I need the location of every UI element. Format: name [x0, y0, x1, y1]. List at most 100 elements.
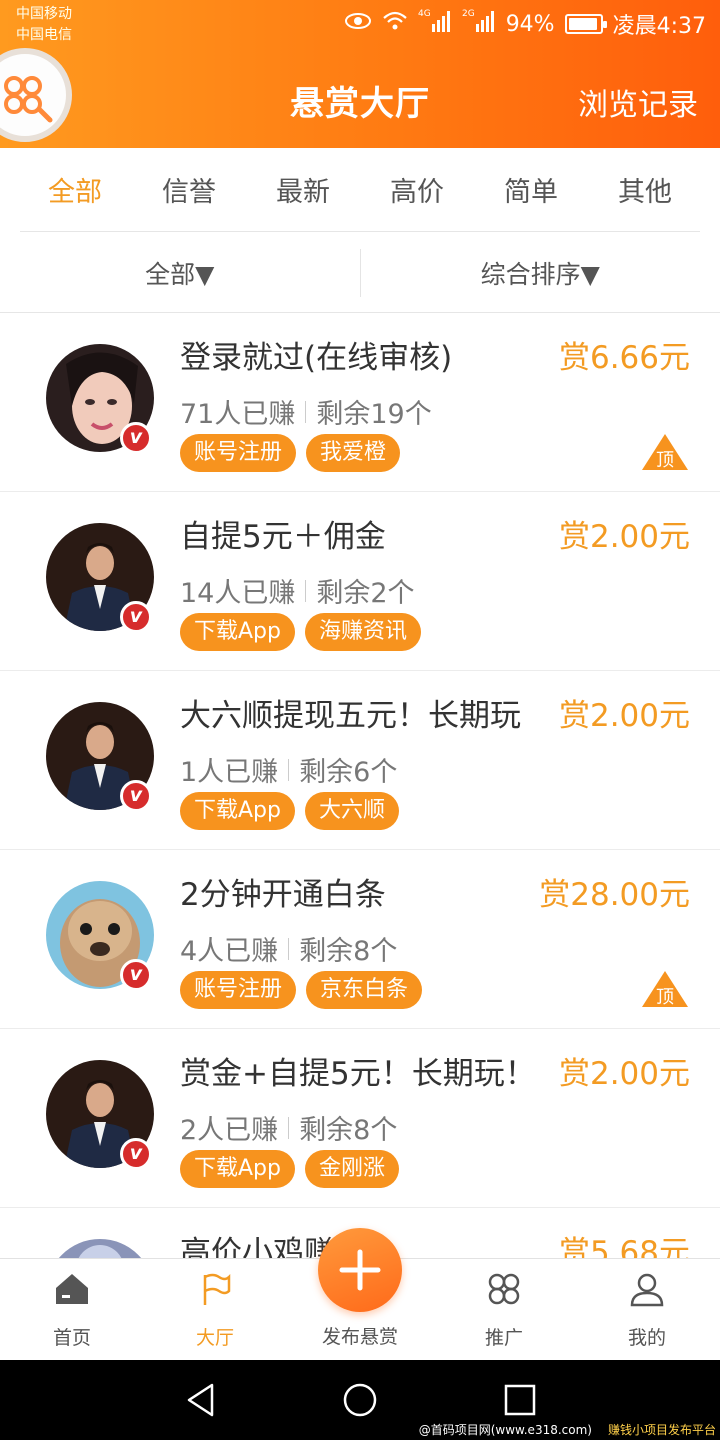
verified-badge-icon: v [120, 601, 152, 633]
publish-bounty-label: 发布悬赏 [321, 1326, 398, 1348]
tab-simple[interactable]: 简单 [504, 170, 558, 209]
scope-filter-dropdown[interactable]: 全部▼ [0, 255, 360, 291]
task-title: 大六顺提现五元！长期玩 [180, 698, 521, 734]
battery-percent: 94% [505, 11, 555, 37]
nav-hall[interactable]: 大厅 [165, 1259, 265, 1361]
task-tag: 金刚涨 [304, 1150, 399, 1188]
remaining-count: 剩余6个 [299, 757, 398, 788]
remaining-count: 剩余8个 [299, 1115, 398, 1146]
task-tag: 下载App [180, 792, 295, 830]
task-title: 高价小鸡赚 [180, 1235, 335, 1258]
task-title: 赏金+自提5元！长期玩！ [180, 1056, 536, 1092]
nav-promote[interactable]: 推广 [454, 1259, 554, 1361]
tab-reputation[interactable]: 信誉 [162, 170, 216, 209]
task-tag: 海赚资讯 [304, 613, 421, 651]
home-circle-icon[interactable] [342, 1382, 378, 1418]
task-stats: 71人已赚 剩余19个 [180, 392, 432, 431]
recents-icon[interactable] [504, 1384, 536, 1416]
task-tag: 下载App [180, 1150, 295, 1188]
task-item[interactable]: v 自提5元＋佣金 赏2.00元 14人已赚 剩余2个 下载App 海赚资讯 [0, 493, 720, 671]
task-item[interactable]: v 赏金+自提5元！长期玩！ 赏2.00元 2人已赚 剩余8个 下载App 金刚涨 [0, 1030, 720, 1208]
home-icon [56, 1274, 88, 1304]
watermark-right: 赚钱小项目发布平台 [607, 1423, 716, 1437]
task-tags: 账号注册 我爱橙 [180, 434, 401, 472]
tab-high-price[interactable]: 高价 [390, 170, 444, 209]
task-stats: 1人已赚 剩余6个 [180, 750, 397, 789]
task-item[interactable]: v 2分钟开通白条 赏28.00元 4人已赚 剩余8个 账号注册 京东白条 顶 [0, 851, 720, 1029]
nav-home[interactable]: 首页 [22, 1259, 122, 1361]
task-tags: 账号注册 京东白条 [180, 971, 423, 1009]
task-reward: 赏6.66元 [558, 340, 690, 376]
task-stats: 14人已赚 剩余2个 [180, 571, 415, 610]
task-tags: 下载App 金刚涨 [180, 1150, 399, 1188]
carrier-info: 中国移动 中国电信 [16, 4, 72, 46]
task-tag: 账号注册 [180, 434, 297, 472]
task-reward: 赏5.68元 [558, 1235, 690, 1258]
task-reward: 赏2.00元 [558, 1056, 690, 1092]
top-pin-icon: 顶 [642, 434, 688, 471]
plus-icon [339, 1249, 381, 1291]
remaining-count: 剩余8个 [299, 936, 398, 967]
net2-label: 2G [462, 9, 475, 19]
top-pin-label: 顶 [656, 987, 674, 1008]
earned-count: 14人已赚 [180, 578, 296, 609]
flag-icon [203, 1273, 231, 1305]
tab-other[interactable]: 其他 [618, 170, 672, 209]
clock: 凌晨4:37 [612, 14, 706, 39]
task-reward: 赏2.00元 [558, 698, 690, 734]
filter-bar: 全部▼ 综合排序▼ [0, 233, 720, 313]
browse-history-link[interactable]: 浏览记录 [578, 80, 698, 124]
category-tabs: 全部 信誉 最新 高价 简单 其他 [20, 148, 700, 232]
task-item[interactable]: v 大六顺提现五元！长期玩 赏2.00元 1人已赚 剩余6个 下载App 大六顺 [0, 672, 720, 850]
task-title: 自提5元＋佣金 [180, 519, 386, 555]
remaining-count: 剩余2个 [316, 578, 415, 609]
user-icon [630, 1273, 664, 1307]
remaining-count: 剩余19个 [316, 399, 432, 430]
task-tags: 下载App 海赚资讯 [180, 613, 421, 651]
task-tag: 下载App [180, 613, 295, 651]
watermark-left: @首码项目网(www.e318.com) [418, 1423, 592, 1437]
task-title: 2分钟开通白条 [180, 877, 386, 913]
tab-latest[interactable]: 最新 [276, 170, 330, 209]
system-nav-bar: @首码项目网(www.e318.com) 赚钱小项目发布平台 [0, 1360, 720, 1440]
task-reward: 赏2.00元 [558, 519, 690, 555]
eye-icon [344, 11, 372, 37]
nav-mine[interactable]: 我的 [597, 1259, 697, 1361]
top-pin-icon: 顶 [642, 971, 688, 1008]
task-reward: 赏28.00元 [539, 877, 690, 913]
battery-icon [564, 14, 607, 34]
task-tag: 我爱橙 [306, 434, 401, 472]
task-tag: 京东白条 [306, 971, 423, 1009]
carrier-1: 中国移动 [16, 6, 72, 22]
task-tag: 大六顺 [304, 792, 399, 830]
verified-badge-icon: v [120, 422, 152, 454]
task-title: 登录就过(在线审核) [180, 340, 453, 376]
status-bar-right: 4G 2G 94% 凌晨4:37 [344, 8, 706, 40]
task-stats: 4人已赚 剩余8个 [180, 929, 397, 968]
tab-all[interactable]: 全部 [48, 170, 102, 209]
task-item[interactable]: v 登录就过(在线审核) 赏6.66元 71人已赚 剩余19个 账号注册 我爱橙 … [0, 314, 720, 492]
nav-home-label: 首页 [52, 1327, 91, 1349]
carrier-2: 中国电信 [16, 27, 72, 43]
back-icon[interactable] [184, 1382, 218, 1418]
task-tag: 账号注册 [180, 971, 297, 1009]
task-tags: 下载App 大六顺 [180, 792, 399, 830]
verified-badge-icon: v [120, 1138, 152, 1170]
net1-label: 4G [418, 9, 431, 19]
nav-mine-label: 我的 [627, 1327, 666, 1349]
nav-hall-label: 大厅 [195, 1327, 234, 1349]
nav-promote-label: 推广 [484, 1327, 523, 1349]
verified-badge-icon: v [120, 780, 152, 812]
avatar [46, 1239, 154, 1258]
earned-count: 71人已赚 [180, 399, 296, 430]
verified-badge-icon: v [120, 959, 152, 991]
publish-bounty-button[interactable] [318, 1228, 402, 1312]
wifi-icon [382, 10, 408, 38]
signal-icon-2: 2G [462, 8, 496, 40]
sort-filter-dropdown[interactable]: 综合排序▼ [361, 255, 720, 291]
app-header: 中国移动 中国电信 4G 2G 94% 凌晨4:37 悬赏大厅 浏览记录 [0, 0, 720, 148]
earned-count: 2人已赚 [180, 1115, 279, 1146]
earned-count: 1人已赚 [180, 757, 279, 788]
earned-count: 4人已赚 [180, 936, 279, 967]
clover-icon [488, 1273, 520, 1305]
